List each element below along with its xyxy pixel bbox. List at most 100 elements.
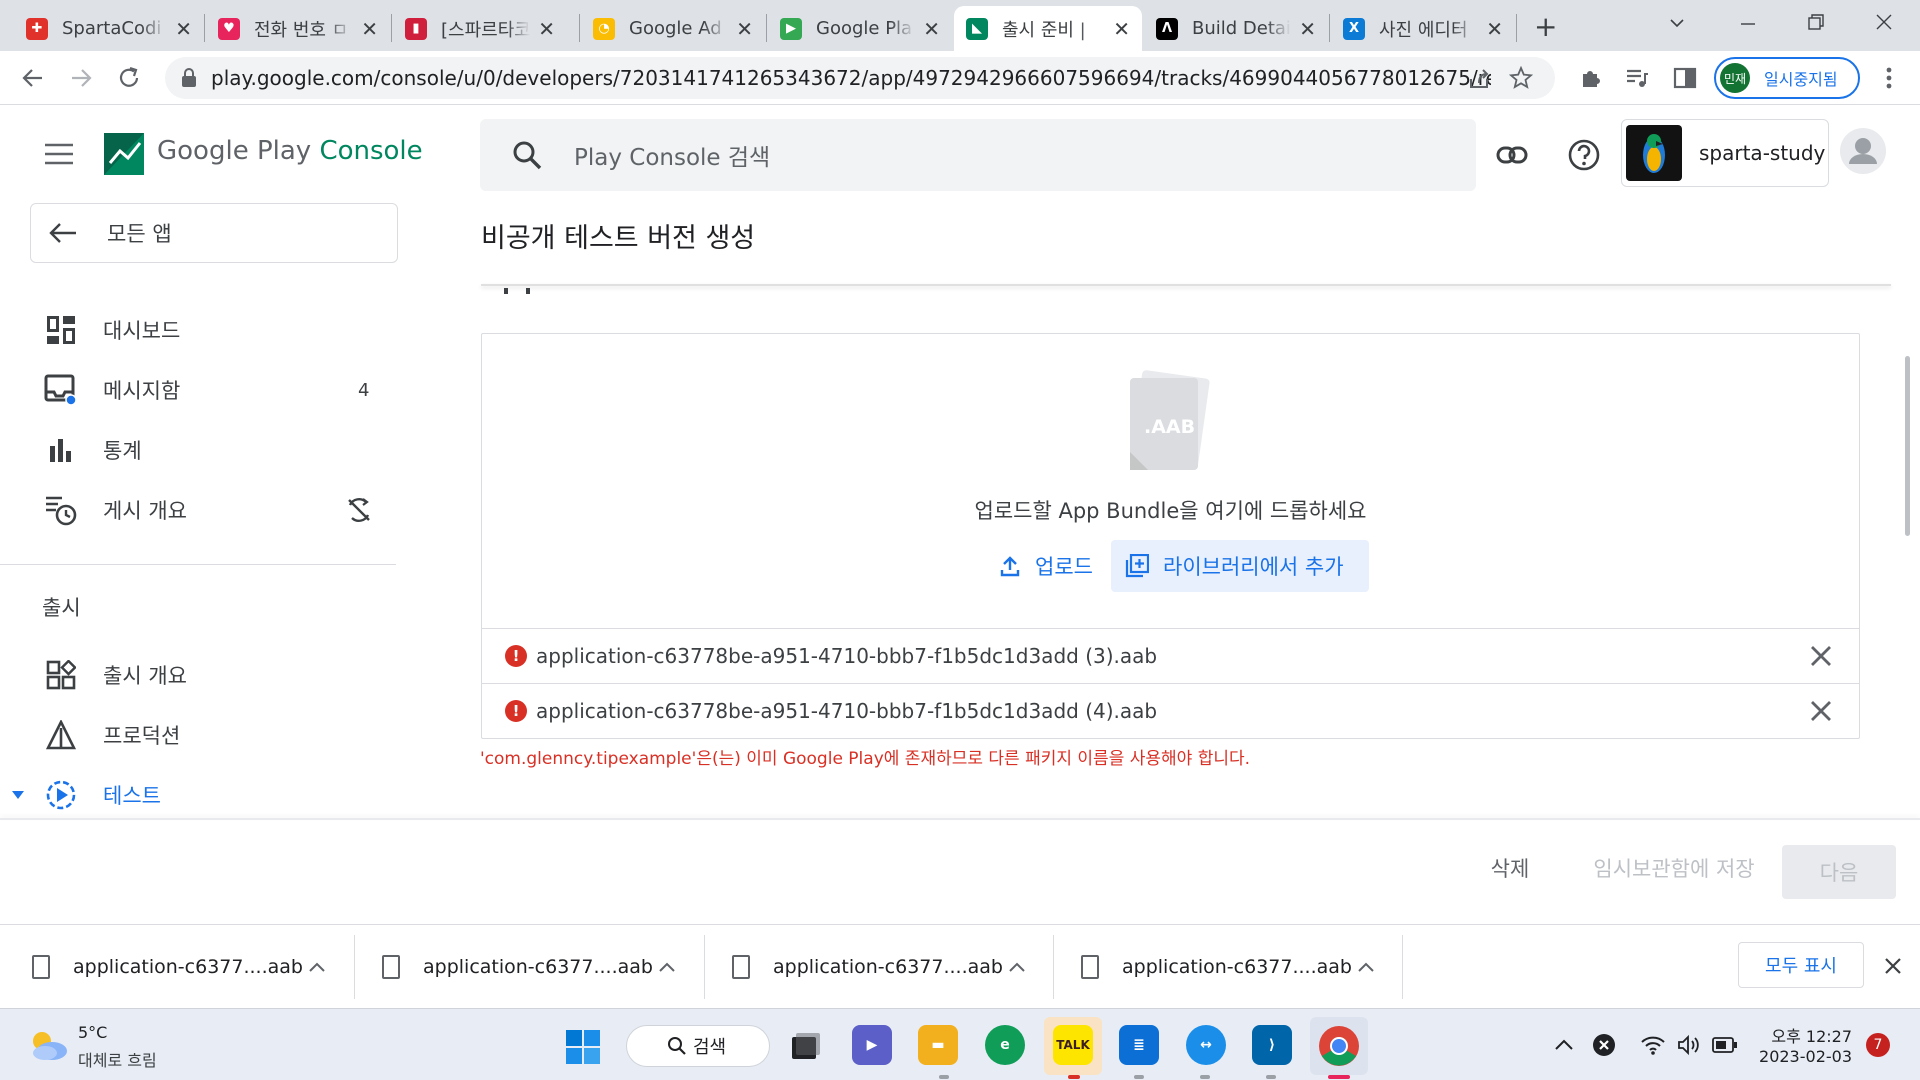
user-avatar-icon[interactable]	[1840, 128, 1886, 174]
uploaded-file-name: application-c63778be-a951-4710-bbb7-f1b5…	[536, 644, 1158, 668]
restore-icon[interactable]	[1806, 12, 1826, 32]
managed-publishing-off-icon[interactable]	[346, 497, 372, 523]
chevron-up-icon[interactable]	[1008, 961, 1026, 973]
close-tab-icon[interactable]: ✕	[361, 17, 378, 41]
tab-title: SpartaCodi	[62, 18, 162, 39]
windows-start-icon[interactable]	[566, 1030, 600, 1064]
vscode-icon[interactable]: ⟩	[1252, 1025, 1292, 1065]
tab-search-chevron-icon[interactable]	[1668, 14, 1686, 32]
edge-browser-icon[interactable]: e	[985, 1025, 1025, 1065]
close-tab-icon[interactable]: ✕	[1299, 17, 1316, 41]
sidebar-item-dashboard[interactable]: 대시보드	[0, 305, 400, 355]
close-tab-icon[interactable]: ✕	[175, 17, 192, 41]
close-tab-icon[interactable]: ✕	[1113, 17, 1130, 41]
browser-tab-active[interactable]: ◣ 출시 준비 | ✕	[954, 6, 1142, 51]
notepad-icon[interactable]: ≣	[1119, 1025, 1159, 1065]
close-tab-icon[interactable]: ✕	[736, 17, 753, 41]
side-panel-icon[interactable]	[1672, 65, 1698, 91]
close-tab-icon[interactable]: ✕	[1486, 17, 1503, 41]
profile-button[interactable]: 민재 일시중지됨	[1714, 57, 1860, 99]
developer-account-button[interactable]: sparta-study	[1621, 119, 1829, 187]
taskbar-search[interactable]: 검색	[626, 1025, 770, 1067]
sidebar-item-inbox[interactable]: 메시지함 4	[0, 365, 400, 415]
sidebar-item-production[interactable]: 프로덕션	[0, 710, 400, 760]
wifi-icon[interactable]	[1640, 1035, 1666, 1055]
chevron-up-icon[interactable]	[308, 961, 326, 973]
remove-file-icon[interactable]	[1809, 644, 1833, 668]
close-window-icon[interactable]	[1874, 12, 1894, 32]
show-hidden-icons-chevron-icon[interactable]	[1554, 1037, 1574, 1051]
share-icon[interactable]	[1467, 67, 1491, 91]
close-tab-icon[interactable]: ✕	[538, 17, 555, 41]
show-all-downloads-button[interactable]: 모두 표시	[1738, 942, 1864, 988]
sidebar-item-label: 프로덕션	[103, 724, 181, 748]
weather-temperature: 5°C	[78, 1023, 108, 1042]
tab-title: Google Ad	[629, 18, 722, 39]
all-apps-button[interactable]: 모든 앱	[30, 203, 398, 263]
url-text[interactable]: play.google.com/console/u/0/developers/7…	[211, 66, 1491, 90]
notification-count-badge[interactable]: 7	[1866, 1033, 1890, 1057]
content-scrollbar[interactable]	[1905, 356, 1910, 536]
download-item[interactable]: application-c6377....aab	[1049, 925, 1399, 1009]
console-search-bar[interactable]: Play Console 검색	[480, 119, 1476, 191]
forward-icon[interactable]	[68, 65, 94, 91]
download-item[interactable]: application-c6377....aab	[350, 925, 700, 1009]
teamviewer-icon[interactable]: ↔	[1186, 1025, 1226, 1065]
minimize-icon[interactable]	[1738, 14, 1758, 34]
sidebar-item-publishing-overview[interactable]: 게시 개요	[0, 485, 400, 535]
task-view-icon[interactable]	[788, 1031, 824, 1063]
bookmark-star-icon[interactable]	[1509, 66, 1533, 90]
browser-tab[interactable]: ▮ [스파르타코 ✕	[393, 6, 567, 51]
extensions-icon[interactable]	[1578, 65, 1604, 91]
download-separator	[1402, 935, 1403, 999]
add-from-library-button[interactable]: 라이브러리에서 추가	[1111, 540, 1369, 592]
clock-date[interactable]: 2023-02-03	[1756, 1047, 1852, 1066]
download-item[interactable]: application-c6377....aab	[0, 925, 350, 1009]
sidebar-item-testing[interactable]: 테스트	[0, 770, 400, 820]
save-draft-button[interactable]: 임시보관함에 저장	[1574, 842, 1774, 894]
back-icon[interactable]	[20, 65, 46, 91]
tray-app-x-icon[interactable]	[1592, 1033, 1616, 1057]
sidebar-item-label: 테스트	[103, 784, 161, 808]
chevron-up-icon[interactable]	[1357, 961, 1375, 973]
teams-chat-icon[interactable]: ▶	[852, 1025, 892, 1065]
sidebar-item-release-overview[interactable]: 출시 개요	[0, 650, 400, 700]
browser-tab[interactable]: ✚ SpartaCodi ✕	[14, 6, 204, 51]
upload-button[interactable]: 업로드	[983, 540, 1109, 592]
hamburger-menu-icon[interactable]	[44, 142, 74, 166]
production-icon	[44, 718, 78, 752]
caret-down-icon[interactable]	[11, 790, 25, 800]
browser-tab[interactable]: ◔ Google Ad ✕	[581, 6, 765, 51]
media-control-icon[interactable]	[1624, 65, 1650, 91]
chevron-up-icon[interactable]	[658, 961, 676, 973]
download-item[interactable]: application-c6377....aab	[700, 925, 1050, 1009]
volume-icon[interactable]	[1676, 1033, 1700, 1057]
remove-file-icon[interactable]	[1809, 699, 1833, 723]
tab-separator	[579, 14, 580, 42]
close-tab-icon[interactable]: ✕	[923, 17, 940, 41]
help-icon[interactable]	[1568, 139, 1600, 171]
app-bundle-drop-zone[interactable]: .AAB 업로드할 App Bundle을 여기에 드롭하세요 업로드 라이브러…	[481, 333, 1860, 739]
reload-icon[interactable]	[116, 65, 142, 91]
browser-tab[interactable]: ♥ 전화 번호 ㅁ ✕	[206, 6, 390, 51]
browser-tab[interactable]: Λ Build Detai ✕	[1144, 6, 1328, 51]
chrome-menu-icon[interactable]	[1882, 65, 1896, 91]
chrome-icon[interactable]	[1318, 1025, 1360, 1067]
sidebar-item-statistics[interactable]: 통계	[0, 425, 400, 475]
new-tab-icon[interactable]: +	[1534, 10, 1557, 43]
file-explorer-icon[interactable]: ▬	[918, 1025, 958, 1065]
lock-icon[interactable]	[181, 68, 197, 88]
file-icon	[32, 955, 50, 979]
brand-google-play: Google Play	[157, 136, 312, 166]
link-icon[interactable]	[1496, 142, 1528, 168]
delete-button[interactable]: 삭제	[1470, 842, 1550, 894]
browser-tab[interactable]: X 사진 에디터 ✕	[1331, 6, 1515, 51]
address-bar[interactable]: play.google.com/console/u/0/developers/7…	[165, 57, 1555, 99]
kakaotalk-icon[interactable]: TALK	[1053, 1025, 1093, 1065]
browser-tab[interactable]: ▶ Google Pla ✕	[768, 6, 952, 51]
next-button[interactable]: 다음	[1782, 845, 1896, 899]
clock-time[interactable]: 오후 12:27	[1756, 1023, 1852, 1047]
battery-icon[interactable]	[1712, 1035, 1738, 1055]
tab-separator	[1516, 14, 1517, 42]
close-shelf-icon[interactable]	[1884, 957, 1902, 975]
